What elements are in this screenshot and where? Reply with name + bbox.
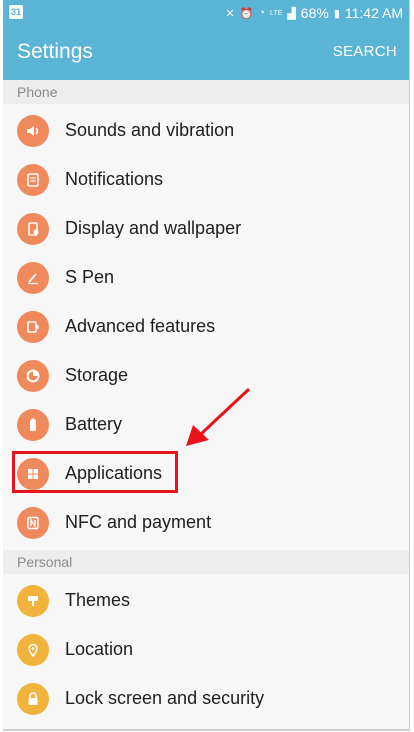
brush-icon [17,584,49,617]
item-label: S Pen [65,267,115,287]
search-button[interactable]: SEARCH [333,43,397,60]
item-label: Location [65,639,134,659]
app-bar: Settings SEARCH [3,26,409,80]
settings-item-s-pen[interactable]: S Pen [3,253,409,302]
item-label: Lock screen and security [65,688,265,708]
notifications-icon [17,163,49,196]
section-header-personal: Personal [3,550,409,574]
nfc-icon [17,506,49,539]
clock: 11:42 AM [344,5,403,21]
settings-item-advanced-features[interactable]: Advanced features [3,302,409,351]
network-type-label: LTE [269,9,283,17]
item-label: Storage [65,365,129,385]
settings-screen: 31 ✕ ⏰ ◔ LTE ▟ 68% ▮ 11:42 AM Settings S… [3,0,410,731]
battery-status-icon: ▮ [333,7,340,20]
battery-icon [17,408,49,441]
settings-item-sounds-and-vibration[interactable]: Sounds and vibration [3,106,409,155]
settings-item-display-and-wallpaper[interactable]: Display and wallpaper [3,204,409,253]
section-header-phone: Phone [3,80,409,104]
speaker-icon [17,114,49,147]
status-icons: ✕ ⏰ ◔ LTE ▟ 68% ▮ 11:42 AM [225,0,403,26]
calendar-notification-icon: 31 [9,5,23,19]
signal-icon: ▟ [287,7,296,20]
settings-item-notifications[interactable]: Notifications [3,155,409,204]
wifi-icon: ◔ [258,7,265,19]
location-pin-icon [17,633,49,666]
page-title: Settings [17,40,93,63]
display-icon [17,212,49,245]
settings-item-storage[interactable]: Storage [3,351,409,400]
settings-item-nfc-and-payment[interactable]: NFC and payment [3,498,409,547]
item-label: Advanced features [65,316,216,336]
item-label: Sounds and vibration [65,120,235,140]
settings-item-battery[interactable]: Battery [3,400,409,449]
storage-icon [17,359,49,392]
item-label: Battery [65,414,123,434]
item-label: NFC and payment [65,512,212,532]
pen-icon [17,261,49,294]
battery-percent: 68% [300,5,329,21]
item-label: Themes [65,590,131,610]
advanced-features-icon [17,310,49,343]
annotation-highlight-box [12,451,178,493]
item-label: Display and wallpaper [65,218,242,238]
mute-icon: ✕ [225,7,235,20]
status-bar: 31 ✕ ⏰ ◔ LTE ▟ 68% ▮ 11:42 AM [3,0,409,26]
settings-item-themes[interactable]: Themes [3,576,409,625]
item-label: Notifications [65,169,164,189]
alarm-icon: ⏰ [239,7,254,20]
lock-icon [17,682,49,715]
settings-item-lock-screen-and-security[interactable]: Lock screen and security [3,674,409,723]
settings-item-location[interactable]: Location [3,625,409,674]
